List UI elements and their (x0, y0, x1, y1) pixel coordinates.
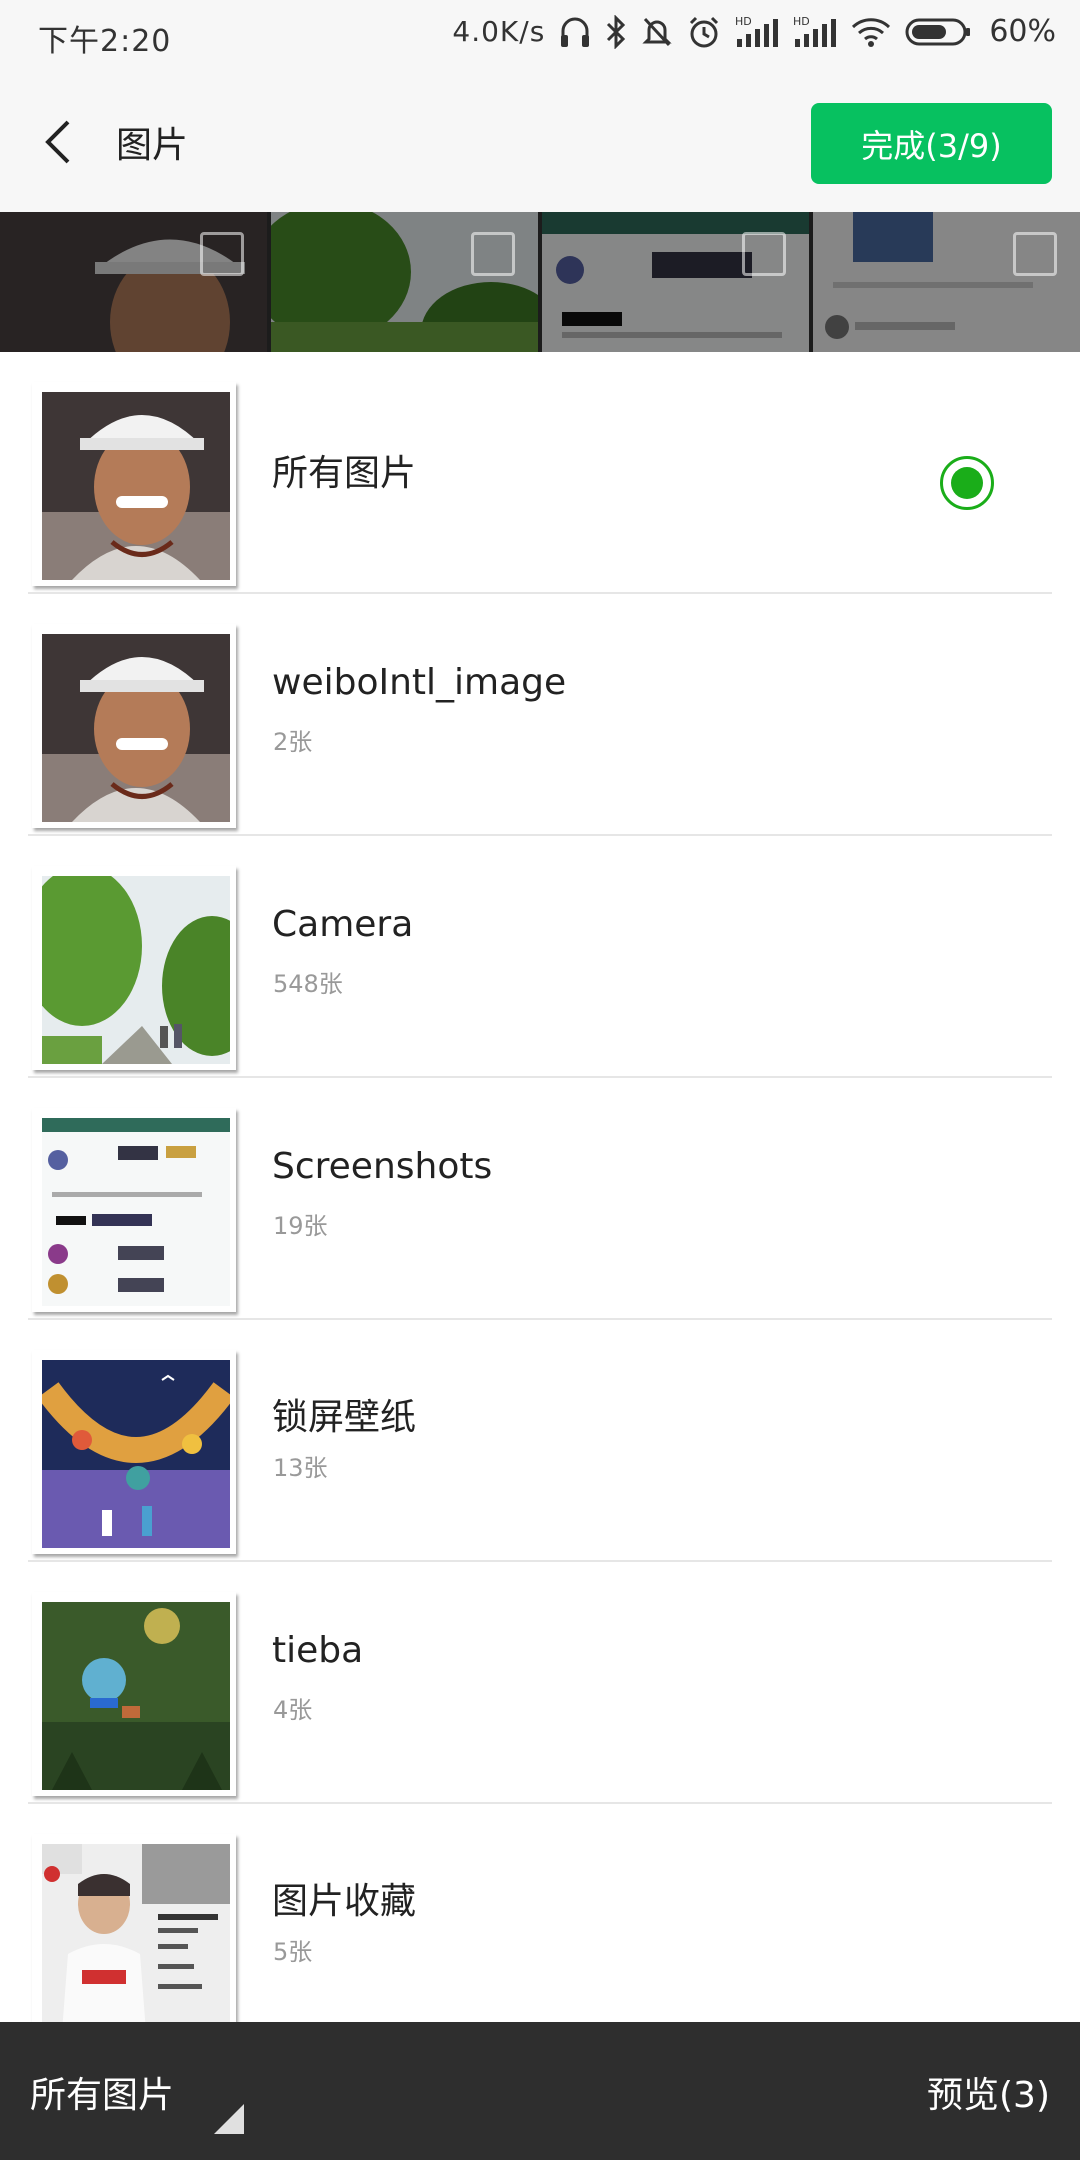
grid-checkbox-1[interactable] (200, 232, 244, 276)
album-selector-button[interactable]: 所有图片 (30, 2066, 174, 2118)
status-time: 下午2:20 (38, 24, 172, 59)
album-list: 所有图片 weiboIntl_image 2张 Camera 548张 Scre… (0, 352, 1080, 2022)
dim-overlay (0, 212, 1080, 352)
album-name: weiboIntl_image (272, 662, 567, 703)
grid-checkbox-3[interactable] (742, 232, 786, 276)
album-thumbnail (32, 1108, 236, 1312)
selected-radio[interactable] (940, 456, 994, 510)
album-item-saved-images[interactable]: 图片收藏 5张 (0, 1804, 1080, 2022)
svg-text:HD: HD (793, 15, 810, 28)
album-count: 4张 (273, 1696, 313, 1724)
done-button[interactable]: 完成(3/9) (811, 103, 1052, 184)
album-count: 2张 (273, 728, 313, 756)
album-name: 所有图片 (272, 453, 417, 494)
signal-hd-icon-2: HD (793, 15, 837, 49)
page-title: 图片 (116, 125, 189, 166)
album-count: 548张 (273, 970, 343, 998)
battery-icon (905, 17, 971, 47)
photo-grid-preview (0, 212, 1080, 352)
preview-button[interactable]: 预览(3) (927, 2066, 1050, 2118)
svg-text:HD: HD (735, 15, 752, 28)
album-thumbnail (32, 1350, 236, 1554)
album-thumbnail (32, 1834, 236, 2022)
album-item-screenshots[interactable]: Screenshots 19张 (0, 1078, 1080, 1320)
battery-percent: 60% (989, 14, 1056, 49)
dropdown-corner-icon (214, 2104, 244, 2134)
album-thumbnail (32, 624, 236, 828)
album-count: 5张 (273, 1938, 313, 1966)
bottom-toolbar: 所有图片 预览(3) (0, 2022, 1080, 2160)
album-name: Screenshots (272, 1146, 493, 1187)
album-name: tieba (272, 1630, 364, 1671)
headphones-icon (559, 15, 591, 49)
album-item-lockscreen-wallpaper[interactable]: 锁屏壁纸 13张 (0, 1320, 1080, 1562)
album-thumbnail (32, 1592, 236, 1796)
signal-hd-icon-1: HD (735, 15, 779, 49)
net-speed: 4.0K/s (452, 15, 546, 48)
status-bar: 下午2:20 4.0K/s HD HD 60% (0, 0, 1080, 72)
album-count: 13张 (273, 1454, 328, 1482)
radio-dot (951, 467, 983, 499)
grid-checkbox-4[interactable] (1013, 232, 1057, 276)
album-thumbnail (32, 382, 236, 586)
album-item-all[interactable]: 所有图片 (0, 352, 1080, 594)
back-button[interactable] (34, 114, 84, 170)
album-name: 图片收藏 (272, 1881, 417, 1922)
top-app-bar: 图片 完成(3/9) (0, 72, 1080, 212)
chevron-left-icon (45, 120, 70, 164)
album-item-camera[interactable]: Camera 548张 (0, 836, 1080, 1078)
bluetooth-icon (605, 14, 627, 49)
album-thumbnail (32, 866, 236, 1070)
alarm-icon (687, 15, 721, 49)
album-name: 锁屏壁纸 (272, 1397, 417, 1438)
album-item-tieba[interactable]: tieba 4张 (0, 1562, 1080, 1804)
album-count: 19张 (273, 1212, 328, 1240)
status-icons: 4.0K/s HD HD 60% (452, 14, 1056, 49)
grid-checkbox-2[interactable] (471, 232, 515, 276)
wifi-icon (851, 15, 891, 49)
album-name: Camera (272, 904, 414, 945)
album-item-weibointl[interactable]: weiboIntl_image 2张 (0, 594, 1080, 836)
bell-muted-icon (641, 15, 673, 49)
